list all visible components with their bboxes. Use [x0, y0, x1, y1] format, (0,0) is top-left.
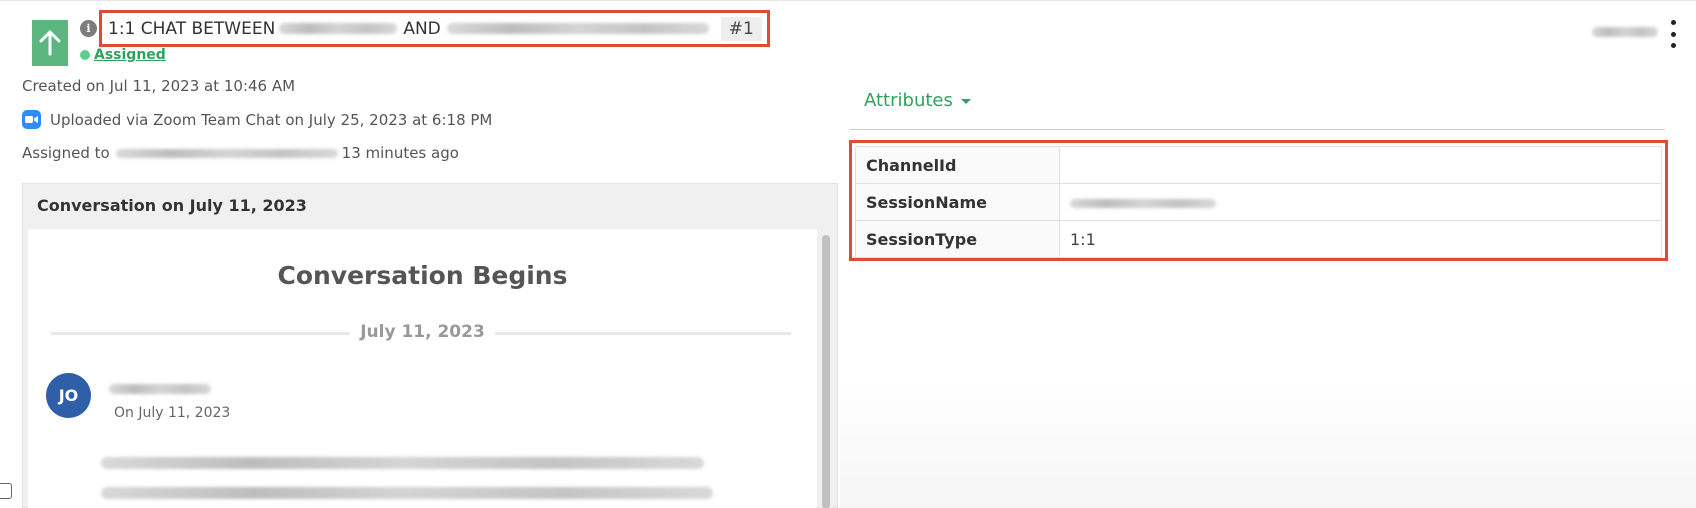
- redacted-sender-name: [109, 384, 211, 394]
- row-checkbox[interactable]: [0, 483, 12, 499]
- info-icon[interactable]: i: [80, 20, 97, 37]
- created-date: Created on Jul 11, 2023 at 10:46 AM: [22, 77, 295, 95]
- created-text: Created on Jul 11, 2023 at 10:46 AM: [22, 77, 296, 95]
- redacted-message-line: [101, 487, 713, 499]
- conversation-number: #1: [720, 16, 762, 41]
- caret-down-icon: [960, 99, 971, 104]
- status-row: Assigned: [80, 46, 166, 64]
- date-divider-text: July 11, 2023: [350, 322, 495, 342]
- date-divider: July 11, 2023: [28, 322, 817, 342]
- avatar[interactable]: JO: [46, 373, 91, 418]
- attributes-label: Attributes: [864, 90, 953, 111]
- redacted-session-name: [1070, 198, 1216, 208]
- more-options-icon[interactable]: [1668, 20, 1678, 48]
- zoom-icon: [22, 110, 41, 129]
- title-prefix: 1:1 CHAT BETWEEN: [108, 18, 276, 39]
- title-and: AND: [403, 18, 441, 39]
- upload-arrow-icon: [32, 20, 68, 66]
- panel-background-fade: [840, 380, 1696, 508]
- assigned-time: 13 minutes ago: [341, 144, 459, 162]
- conversation-title: 1:1 CHAT BETWEEN AND #1: [99, 10, 770, 47]
- upload-source: Uploaded via Zoom Team Chat on July 25, …: [22, 110, 492, 129]
- attributes-table: ChannelId SessionName SessionType 1:1: [855, 146, 1662, 258]
- status-dot-icon: [80, 50, 90, 60]
- attribute-row: SessionName: [855, 183, 1662, 221]
- conversation-body[interactable]: Conversation Begins July 11, 2023 JO On …: [28, 229, 817, 508]
- scrollbar-thumb[interactable]: [822, 235, 830, 508]
- redacted-assignee: [115, 148, 338, 158]
- attribute-key: SessionName: [855, 183, 1060, 221]
- upload-text: Uploaded via Zoom Team Chat on July 25, …: [50, 110, 493, 129]
- conversation-header: Conversation on July 11, 2023: [37, 196, 307, 215]
- attributes-divider: [850, 129, 1665, 130]
- redacted-message-line: [101, 457, 704, 469]
- conversation-view: i 1:1 CHAT BETWEEN AND #1 Assigned Creat…: [0, 0, 1696, 508]
- attribute-row: ChannelId: [855, 146, 1662, 184]
- status-assigned-link[interactable]: Assigned: [94, 47, 166, 63]
- assigned-prefix: Assigned to: [22, 144, 110, 162]
- redacted-participant-2: [446, 23, 709, 34]
- assigned-info: Assigned to 13 minutes ago: [22, 144, 459, 162]
- attributes-dropdown-toggle[interactable]: Attributes: [864, 90, 971, 111]
- conversation-scrollbar[interactable]: [819, 229, 833, 508]
- redacted-participant-1: [279, 23, 398, 34]
- attribute-value: [1059, 183, 1662, 221]
- message-date: On July 11, 2023: [114, 405, 231, 421]
- attribute-key: SessionType: [855, 220, 1060, 258]
- attribute-row: SessionType 1:1: [855, 220, 1662, 258]
- redacted-header-control[interactable]: [1592, 27, 1658, 37]
- attributes-table-container: ChannelId SessionName SessionType 1:1: [849, 140, 1668, 261]
- attribute-value: 1:1: [1059, 220, 1662, 258]
- top-divider: [0, 0, 1696, 1]
- conversation-panel: Conversation on July 11, 2023 Conversati…: [22, 183, 838, 508]
- attribute-key: ChannelId: [855, 146, 1060, 184]
- conversation-begins-title: Conversation Begins: [277, 261, 568, 290]
- attribute-value: [1059, 146, 1662, 184]
